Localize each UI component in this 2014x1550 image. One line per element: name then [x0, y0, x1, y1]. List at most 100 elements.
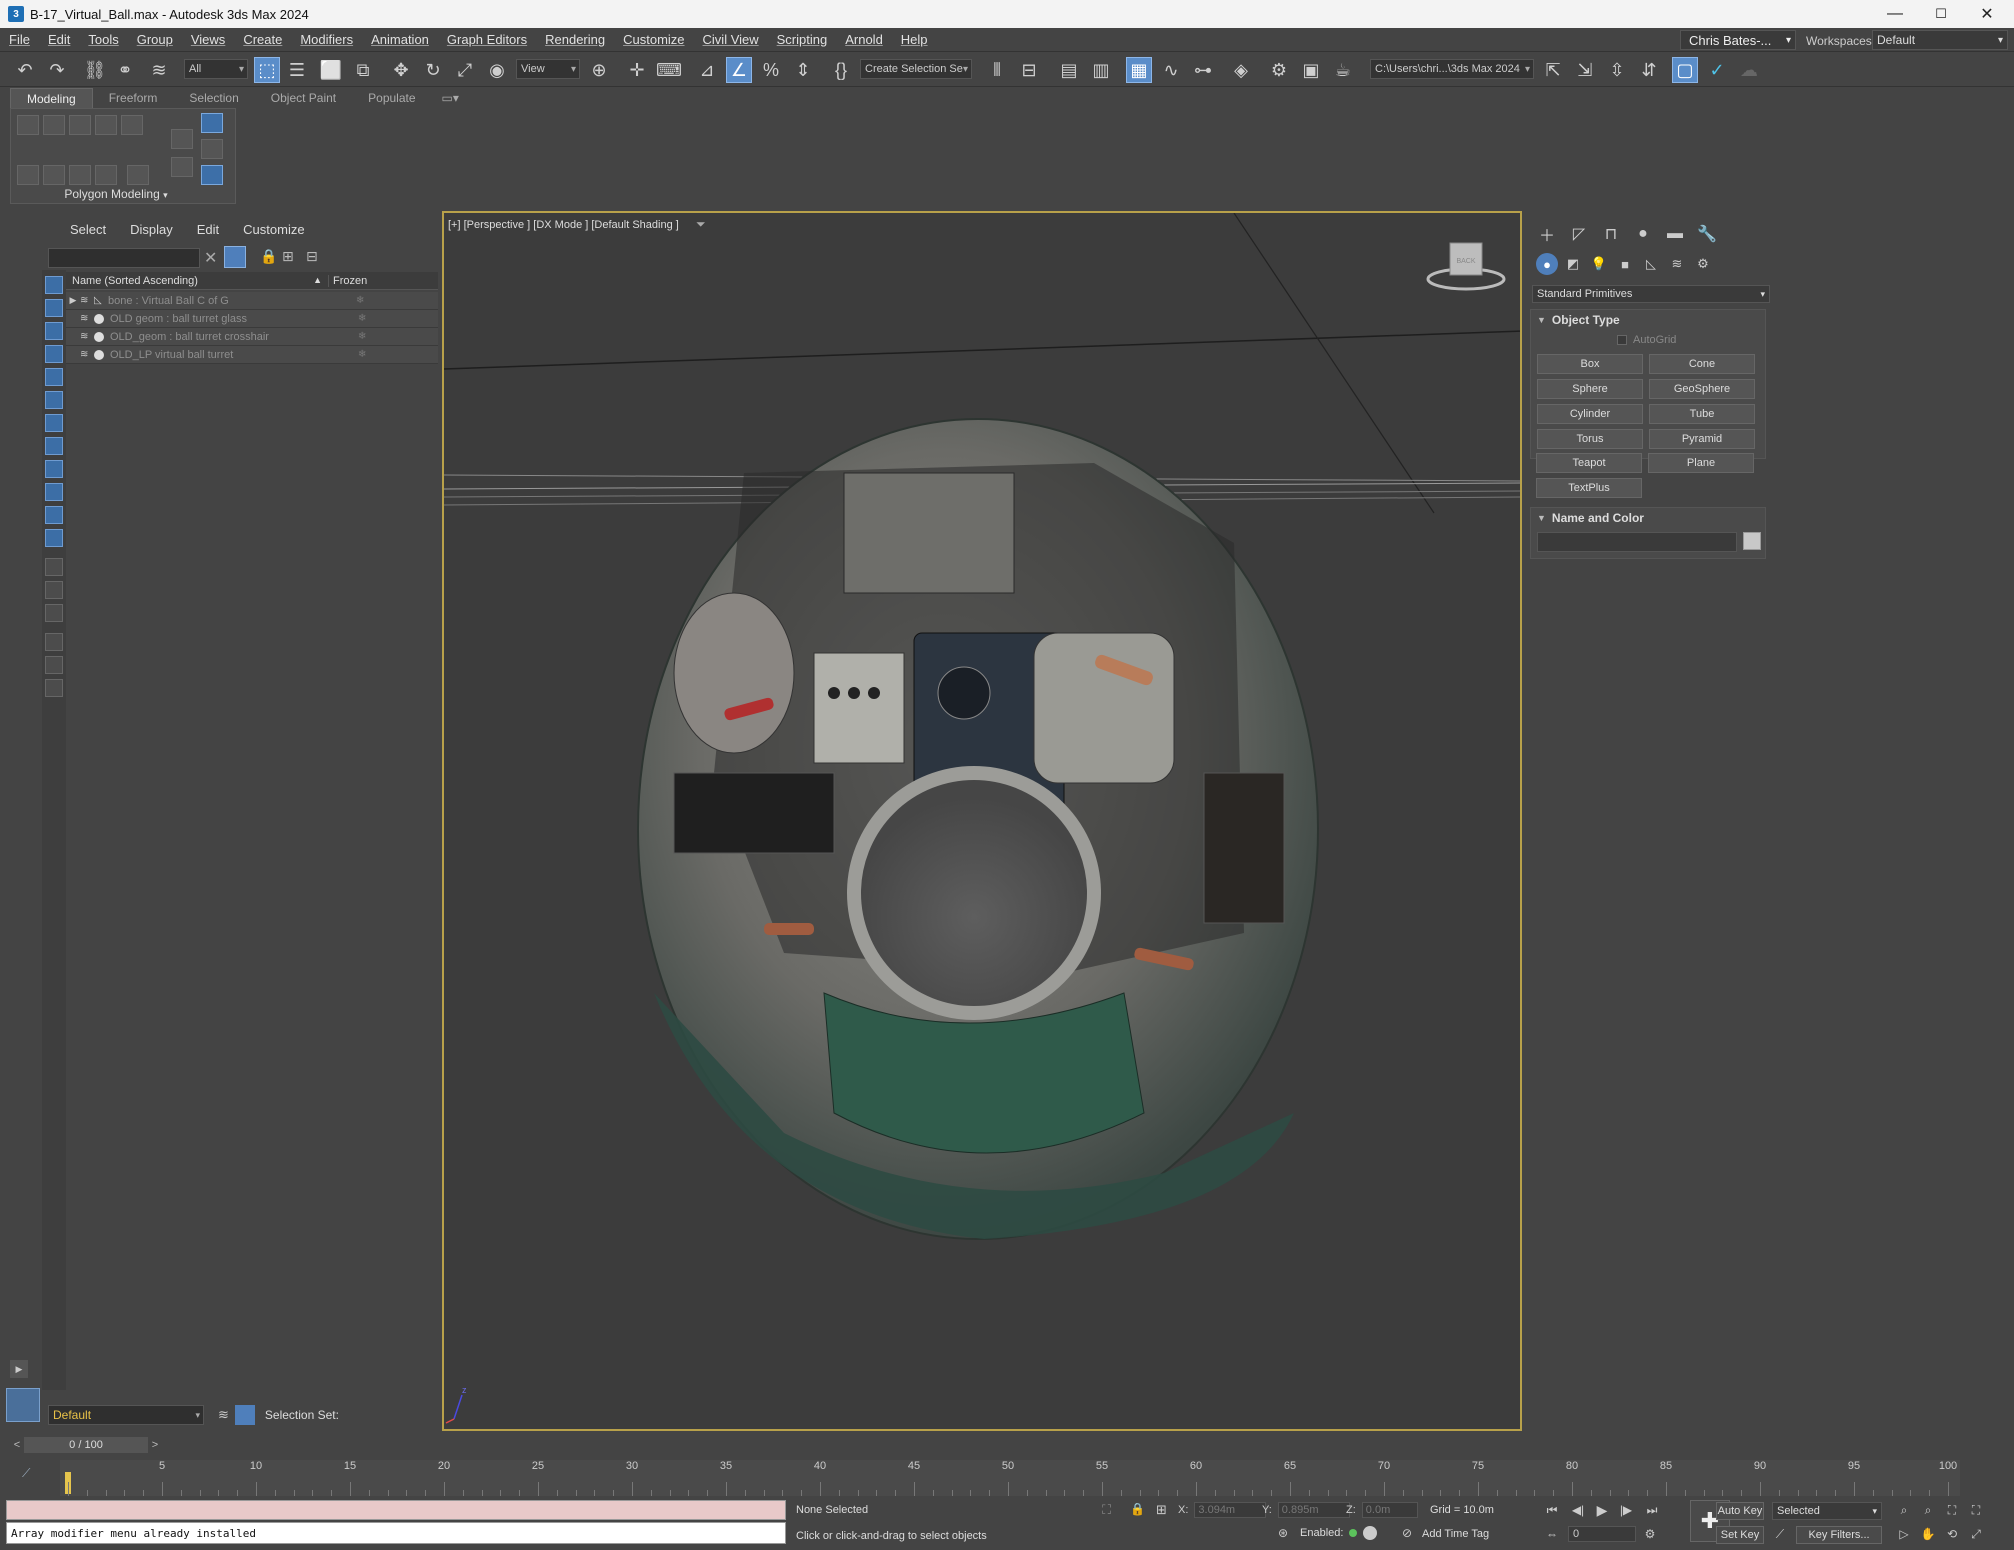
transform-mode-icon[interactable]: ⊞	[1156, 1502, 1167, 1518]
viewport-label[interactable]: [+] [Perspective ] [DX Mode ] [Default S…	[448, 219, 679, 231]
torus-button[interactable]: Torus	[1537, 429, 1643, 449]
primitive-category-dropdown[interactable]: Standard Primitives ▾	[1532, 285, 1770, 303]
cylinder-button[interactable]: Cylinder	[1537, 404, 1643, 424]
toggle-scene-explorer-icon[interactable]: ▤	[1056, 57, 1082, 83]
scene-row[interactable]: ≋ OLD_geom : ball turret crosshair ❄	[66, 328, 438, 346]
display-spacewarps-icon[interactable]	[45, 391, 63, 409]
select-object-icon[interactable]: ⬚	[254, 57, 280, 83]
edit-named-selection-icon[interactable]: {}	[828, 57, 854, 83]
preview-selection-icon[interactable]	[201, 139, 223, 159]
display-hidden-icon[interactable]	[45, 529, 63, 547]
display-none-icon[interactable]	[45, 581, 63, 599]
rotate-icon[interactable]: ↻	[420, 57, 446, 83]
layer-view-icon[interactable]: ⊟	[306, 248, 318, 265]
display-groups-icon[interactable]	[45, 414, 63, 432]
shrink-icon[interactable]	[69, 165, 91, 185]
explorer-search-input[interactable]	[48, 248, 200, 268]
display-bones-icon[interactable]	[45, 460, 63, 478]
project-open-icon[interactable]: ⇱	[1540, 57, 1566, 83]
menu-group[interactable]: Group	[128, 32, 182, 47]
explorer-menu-display[interactable]: Display	[118, 222, 185, 237]
show-end-result-icon[interactable]	[201, 113, 223, 133]
cone-button[interactable]: Cone	[1649, 354, 1755, 374]
motion-tab-icon[interactable]: ●	[1632, 223, 1654, 245]
autogrid-checkbox[interactable]: AutoGrid	[1617, 334, 1676, 346]
edge-icon[interactable]	[43, 115, 65, 135]
next-key-icon[interactable]: |▶	[1616, 1500, 1636, 1520]
snaps-toggle-icon[interactable]: ⊿	[694, 57, 720, 83]
object-name-field[interactable]	[1537, 532, 1737, 552]
scene-row[interactable]: ▶ ≋ ◺ bone : Virtual Ball C of G ❄	[66, 292, 438, 310]
menu-modifiers[interactable]: Modifiers	[291, 32, 362, 47]
menu-customize[interactable]: Customize	[614, 32, 693, 47]
geometry-icon[interactable]: ●	[1536, 253, 1558, 275]
curve-editor-toggle-icon[interactable]: ⟋	[22, 1466, 30, 1481]
rendered-frame-window-icon[interactable]: ▣	[1298, 57, 1324, 83]
selection-set-icon[interactable]	[234, 1405, 255, 1425]
object-color-swatch[interactable]	[1743, 532, 1761, 550]
spinner-snap-icon[interactable]: ⇕	[790, 57, 816, 83]
mirror-icon[interactable]: ⫴	[984, 57, 1010, 83]
select-by-name-icon[interactable]: ☰	[284, 57, 310, 83]
link-icon[interactable]: ⛓	[82, 57, 108, 83]
prev-key-icon[interactable]: ◀|	[1568, 1500, 1588, 1520]
x-field[interactable]: 3.094m	[1194, 1502, 1267, 1518]
column-name[interactable]: Name (Sorted Ascending) ▲	[66, 275, 328, 287]
tube-button[interactable]: Tube	[1649, 404, 1755, 424]
scene-row[interactable]: ≋ OLD geom : ball turret glass ❄	[66, 310, 438, 328]
track-bar[interactable]: 5 10 15 20 25 30 35 40 45 50 55 60 65 70 75 80 85 90 95 100	[60, 1460, 1960, 1496]
ribbon-options-icon[interactable]: ▭▾	[432, 88, 469, 108]
time-slider-track[interactable]: 0 / 100	[24, 1437, 148, 1453]
create-tab-icon[interactable]: ＋	[1536, 223, 1558, 245]
display-lights-icon[interactable]	[45, 322, 63, 340]
project-new-icon[interactable]: ⇲	[1572, 57, 1598, 83]
isolate-icon[interactable]: ⛶	[1102, 1502, 1111, 1518]
toggle-layer-explorer-icon[interactable]: ▥	[1088, 57, 1114, 83]
material-editor-icon[interactable]: ◈	[1228, 57, 1254, 83]
freeze-icon[interactable]: ❄	[356, 295, 364, 306]
clear-search-icon[interactable]: ✕	[204, 248, 217, 268]
vertex-icon[interactable]	[17, 115, 39, 135]
project-settings-icon[interactable]: ⇵	[1636, 57, 1662, 83]
current-frame-field[interactable]: 0	[1568, 1526, 1636, 1542]
explorer-menu-edit[interactable]: Edit	[185, 222, 231, 237]
display-tab-icon[interactable]: ▬	[1664, 223, 1686, 245]
place-icon[interactable]: ◉	[484, 57, 510, 83]
maxscript-listener-input[interactable]	[6, 1500, 786, 1520]
select-manipulate-icon[interactable]: ✛	[624, 57, 650, 83]
menu-file[interactable]: File	[0, 32, 39, 47]
close-button[interactable]: ✕	[1964, 0, 2010, 28]
pivot-center-icon[interactable]: ⊕	[586, 57, 612, 83]
utilities-tab-icon[interactable]: 🔧	[1696, 223, 1718, 245]
freeze-icon[interactable]: ❄	[358, 331, 366, 342]
prev-frame-icon[interactable]: <	[10, 1437, 24, 1453]
auto-key-button[interactable]: Auto Key	[1716, 1502, 1764, 1520]
expand-panel-icon[interactable]: ▶	[10, 1360, 28, 1378]
modify-tab-icon[interactable]: ◸	[1568, 223, 1590, 245]
display-cameras-icon[interactable]	[45, 345, 63, 363]
orbit-icon[interactable]: ⟲	[1942, 1524, 1962, 1544]
rect-region-icon[interactable]: ⬜	[318, 57, 344, 83]
geosphere-button[interactable]: GeoSphere	[1649, 379, 1755, 399]
scale-icon[interactable]: ⤢	[452, 57, 478, 83]
display-geometry-icon[interactable]	[45, 276, 63, 294]
layer-icon[interactable]: ≋	[80, 349, 94, 360]
explorer-settings-icon[interactable]	[45, 679, 63, 697]
object-type-header[interactable]: ▼ Object Type	[1531, 310, 1765, 330]
time-configuration-icon[interactable]: ⚙	[1640, 1524, 1660, 1544]
freeze-icon[interactable]: ❄	[358, 349, 366, 360]
filter-options-icon[interactable]	[45, 656, 63, 674]
angle-snap-icon[interactable]: ∠	[726, 57, 752, 83]
display-all-icon[interactable]	[45, 558, 63, 576]
textplus-button[interactable]: TextPlus	[1536, 478, 1642, 498]
play-icon[interactable]: ▶	[1592, 1500, 1612, 1520]
project-save-icon[interactable]: ⇳	[1604, 57, 1630, 83]
layer-icon[interactable]: ≋	[80, 295, 94, 306]
menu-tools[interactable]: Tools	[79, 32, 127, 47]
spacewarps-icon[interactable]: ≋	[1666, 253, 1688, 275]
keyboard-shortcut-icon[interactable]: ⌨	[656, 57, 682, 83]
hierarchy-icon[interactable]: ⊞	[282, 248, 294, 265]
filter-funnel-icon[interactable]	[45, 633, 63, 651]
next-frame-icon[interactable]: >	[148, 1437, 162, 1453]
maxscript-listener-output[interactable]: Array modifier menu already installed	[6, 1522, 786, 1544]
